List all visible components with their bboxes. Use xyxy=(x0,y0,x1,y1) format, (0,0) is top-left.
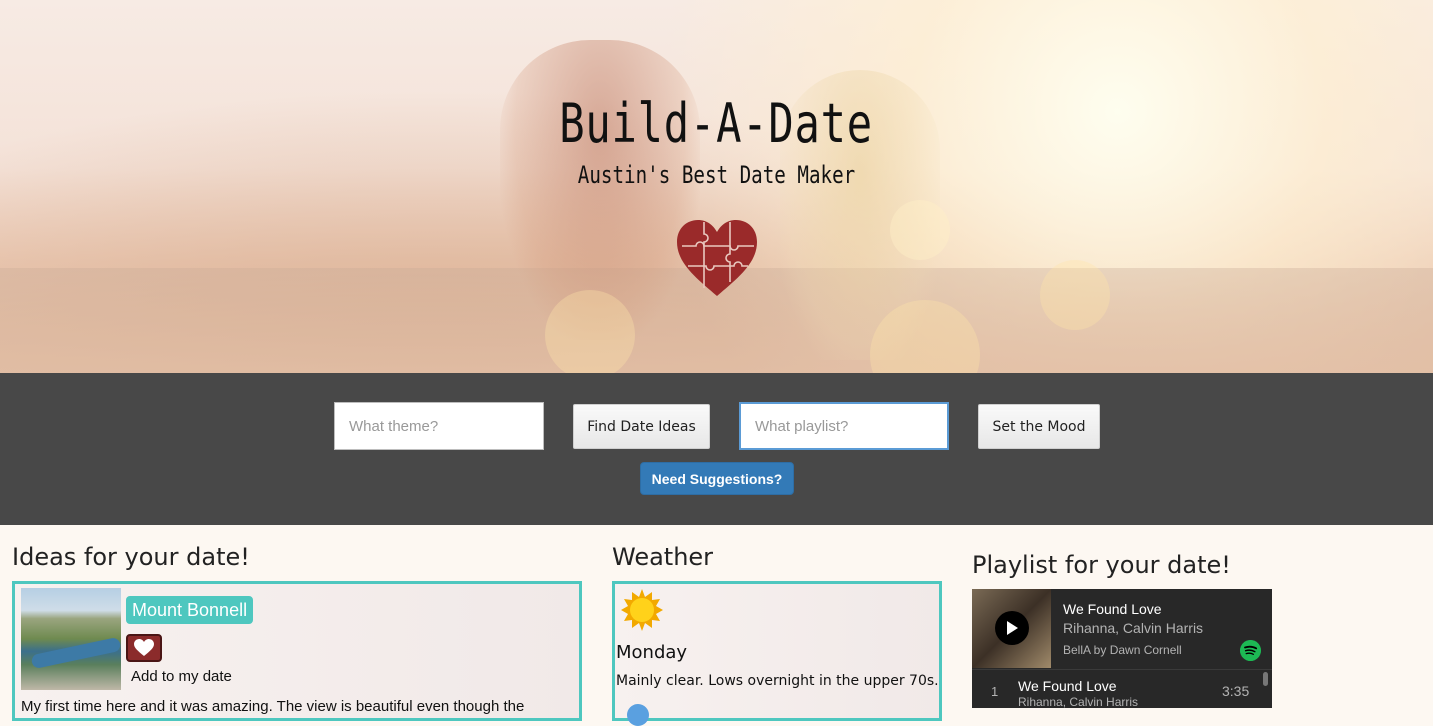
playlist-owner[interactable]: BellA by Dawn Cornell xyxy=(1063,643,1182,657)
track-duration: 3:35 xyxy=(1222,683,1250,699)
now-playing-artist[interactable]: Rihanna, Calvin Harris xyxy=(1063,620,1203,636)
weather-day: Monday xyxy=(616,642,688,663)
idea-card: Mount Bonnell Add to my date My first ti… xyxy=(12,581,582,721)
add-to-date-label: Add to my date xyxy=(131,668,232,685)
puzzle-heart-icon xyxy=(677,220,757,296)
weather-card: Monday Mainly clear. Lows overnight in t… xyxy=(612,581,942,726)
brand: Build-A-Date Austin's Best Date Maker xyxy=(0,92,1433,189)
playlist-heading: Playlist for your date! xyxy=(972,551,1231,579)
weather-heading: Weather xyxy=(612,543,714,571)
bokeh-light xyxy=(890,200,950,260)
heart-icon xyxy=(134,639,154,656)
idea-name[interactable]: Mount Bonnell xyxy=(126,596,254,624)
sun-icon xyxy=(621,589,663,631)
ideas-heading: Ideas for your date! xyxy=(12,543,250,571)
add-to-date-button[interactable] xyxy=(126,634,162,662)
need-suggestions-button[interactable]: Need Suggestions? xyxy=(640,462,794,495)
site-title: Build-A-Date xyxy=(559,92,874,155)
playlist-input[interactable] xyxy=(739,402,949,450)
bokeh-light xyxy=(1040,260,1110,330)
track-number: 1 xyxy=(991,684,999,699)
set-the-mood-button[interactable]: Set the Mood xyxy=(978,404,1100,449)
playlist-scrollbar[interactable] xyxy=(1263,672,1268,686)
track-artist[interactable]: Rihanna, Calvin Harris xyxy=(1018,695,1138,708)
player-divider xyxy=(972,669,1272,670)
idea-description: My first time here and it was amazing. T… xyxy=(21,698,525,715)
hero-banner: Build-A-Date Austin's Best Date Maker xyxy=(0,0,1433,373)
play-icon xyxy=(1007,621,1018,635)
weather-next-icon xyxy=(627,704,649,726)
spotify-logo-icon[interactable] xyxy=(1240,640,1261,661)
site-subtitle: Austin's Best Date Maker xyxy=(577,161,856,189)
now-playing-title[interactable]: We Found Love xyxy=(1063,601,1162,617)
idea-photo xyxy=(21,588,121,690)
weather-description: Mainly clear. Lows overnight in the uppe… xyxy=(616,673,939,689)
theme-input[interactable] xyxy=(334,402,544,450)
bokeh-light xyxy=(545,290,635,373)
album-art xyxy=(972,589,1051,668)
spotify-player: We Found Love Rihanna, Calvin Harris Bel… xyxy=(972,589,1272,708)
track-title[interactable]: We Found Love xyxy=(1018,678,1117,694)
search-toolbar: Find Date Ideas Set the Mood Need Sugges… xyxy=(0,373,1433,525)
find-date-ideas-button[interactable]: Find Date Ideas xyxy=(573,404,710,449)
play-button[interactable] xyxy=(995,611,1029,645)
